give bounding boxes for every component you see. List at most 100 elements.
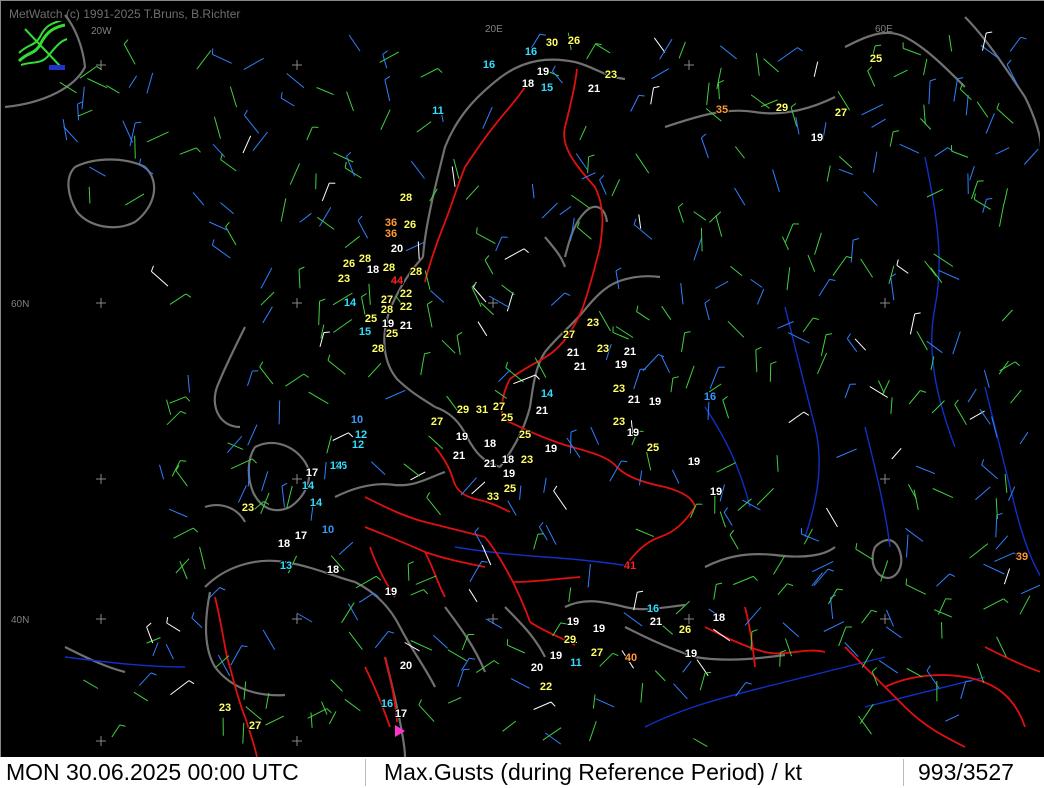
wind-barb xyxy=(675,600,690,615)
wind-barb xyxy=(727,320,745,338)
wind-barb-feather xyxy=(539,33,546,36)
gust-value: 27 xyxy=(835,107,847,119)
wind-barb xyxy=(133,691,149,702)
gust-value: 40 xyxy=(625,652,637,664)
wind-barb xyxy=(633,592,638,611)
wind-barb-feather xyxy=(701,133,707,139)
gust-value: 31 xyxy=(476,404,488,416)
gust-value: 28 xyxy=(372,343,384,355)
wind-barb-feather xyxy=(426,491,431,498)
gust-value: 23 xyxy=(613,383,625,395)
wind-barb-feather xyxy=(185,293,192,298)
wind-barb xyxy=(242,135,252,154)
gust-value: 26 xyxy=(568,35,580,47)
wind-barb xyxy=(169,396,186,404)
wind-barb xyxy=(733,575,754,586)
graticule-cross xyxy=(684,60,694,70)
wind-barb xyxy=(533,701,552,710)
gust-value: 18 xyxy=(522,78,534,90)
wind-barb xyxy=(908,390,921,405)
wind-barb-feather xyxy=(188,680,195,685)
wind-barb xyxy=(953,78,958,102)
wind-barb xyxy=(661,305,672,320)
graticule-cross xyxy=(292,474,302,484)
wind-barb xyxy=(348,631,363,650)
metwatch-logo-icon xyxy=(17,21,68,70)
graticule-cross xyxy=(488,298,498,308)
wind-barb xyxy=(814,232,822,255)
wind-barb-feather xyxy=(986,31,993,34)
wind-barb xyxy=(975,486,991,501)
wind-barb xyxy=(128,75,138,88)
wind-barb xyxy=(420,68,438,78)
wind-barb xyxy=(260,267,273,289)
wind-barb xyxy=(599,179,607,195)
wind-barb xyxy=(262,629,276,651)
wind-barb-feather xyxy=(550,701,556,707)
wind-barb xyxy=(485,618,503,629)
gust-value: 18 xyxy=(713,612,725,624)
wind-barb xyxy=(495,236,503,252)
gust-value: 21 xyxy=(588,83,600,95)
wind-barb xyxy=(242,722,245,744)
wind-barb xyxy=(661,355,671,374)
wind-barb xyxy=(590,426,600,445)
wind-barb xyxy=(420,353,425,376)
graticule-cross xyxy=(880,298,890,308)
wind-barb xyxy=(635,528,654,538)
wind-barb-feather xyxy=(251,458,257,464)
wind-barb-feather xyxy=(755,346,762,351)
wind-barb xyxy=(415,575,437,585)
wind-barb xyxy=(867,70,876,87)
wind-barb xyxy=(926,188,944,198)
wind-barb xyxy=(827,588,838,605)
graticule-cross xyxy=(96,298,106,308)
gust-value: 23 xyxy=(219,702,231,714)
coastline xyxy=(67,158,156,229)
wind-barb xyxy=(1003,568,1011,585)
wind-barb xyxy=(996,108,1014,124)
wind-barb xyxy=(715,215,723,237)
wind-barb xyxy=(707,401,710,420)
wind-barb xyxy=(577,227,592,240)
wind-barb xyxy=(146,131,169,143)
gust-value: 25 xyxy=(501,412,513,424)
weather-map[interactable]: 20W 20E 60E 60N 40N 30 26 16 16 19 18 15 23 21 11… xyxy=(5,7,1041,757)
wind-barb xyxy=(357,220,369,239)
wind-barb-feather xyxy=(211,239,215,246)
wind-barb xyxy=(368,283,371,305)
wind-barb-feather xyxy=(1003,598,1009,604)
wind-barb xyxy=(861,648,874,668)
wind-barb xyxy=(893,69,908,78)
wind-barb xyxy=(519,485,522,500)
wind-barb-feather xyxy=(723,507,729,513)
wind-barb xyxy=(252,131,268,151)
wind-barb xyxy=(704,302,710,321)
wind-barb xyxy=(820,334,827,357)
wind-barb-feather xyxy=(846,333,851,339)
wind-barb xyxy=(333,152,354,163)
wind-barb xyxy=(715,280,729,289)
wind-barb-feather xyxy=(633,218,637,225)
wind-barb xyxy=(173,527,194,539)
wind-barb xyxy=(298,269,301,289)
wind-barb xyxy=(769,363,772,382)
country-border xyxy=(884,674,1026,728)
wind-barb-feather xyxy=(150,672,157,676)
coastline xyxy=(704,546,836,568)
wind-barb xyxy=(199,546,206,570)
wind-barb xyxy=(81,86,85,110)
wind-barb xyxy=(938,269,960,280)
wind-barb xyxy=(326,435,332,454)
wind-barb xyxy=(265,715,285,726)
wind-barb xyxy=(1003,188,1008,204)
wind-barb xyxy=(418,704,435,722)
map-canvas: 20W 20E 60E 60N 40N 30 2616161918 15232111… xyxy=(5,14,1041,757)
wind-barb-feather xyxy=(636,305,639,312)
wind-barb xyxy=(280,97,295,107)
wind-barb-feather xyxy=(326,708,332,713)
wind-barb-feather xyxy=(424,352,431,355)
wind-barb xyxy=(899,143,920,154)
wind-barb xyxy=(552,622,562,637)
wind-barb-feather xyxy=(704,299,711,304)
